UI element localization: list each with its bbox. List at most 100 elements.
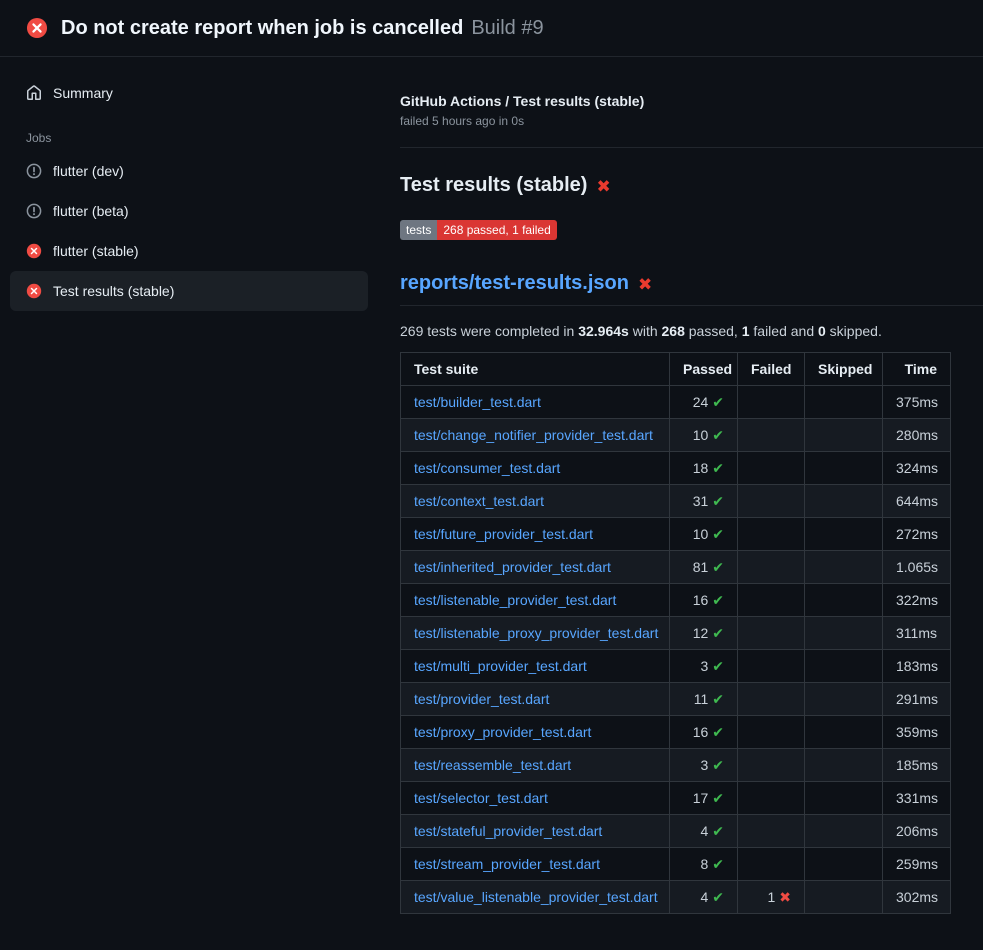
time-cell: 280ms — [883, 419, 951, 452]
summary-segment: failed and — [750, 323, 819, 339]
failed-cell — [738, 650, 805, 683]
count-value: 4 — [700, 823, 708, 839]
skipped-cell — [805, 749, 883, 782]
passed-cell: 16✔ — [670, 584, 738, 617]
failed-cell — [738, 485, 805, 518]
summary-segment: 1 — [742, 323, 750, 339]
test-suite-link[interactable]: test/builder_test.dart — [414, 394, 541, 410]
test-suite-row: test/stream_provider_test.dart8✔259ms — [401, 848, 951, 881]
check-icon: ✔ — [712, 823, 724, 839]
test-suite-link[interactable]: test/selector_test.dart — [414, 790, 548, 806]
test-results-table: Test suitePassedFailedSkippedTime test/b… — [400, 352, 951, 914]
time-cell: 291ms — [883, 683, 951, 716]
test-suite-row: test/proxy_provider_test.dart16✔359ms — [401, 716, 951, 749]
test-suite-link[interactable]: test/stateful_provider_test.dart — [414, 823, 602, 839]
failed-cell — [738, 386, 805, 419]
check-icon: ✔ — [712, 691, 724, 707]
test-suite-link[interactable]: test/value_listenable_provider_test.dart — [414, 889, 658, 905]
check-icon: ✔ — [712, 493, 724, 509]
page-title: Do not create report when job is cancell… — [61, 17, 463, 40]
column-header-skipped: Skipped — [805, 353, 883, 386]
skipped-cell — [805, 881, 883, 914]
header-titles: Do not create report when job is cancell… — [61, 17, 544, 40]
test-suite-link[interactable]: test/listenable_proxy_provider_test.dart — [414, 625, 658, 641]
job-label: Test results (stable) — [53, 283, 174, 299]
passed-cell: 31✔ — [670, 485, 738, 518]
skipped-cell — [805, 518, 883, 551]
main-content: GitHub Actions / Test results (stable) f… — [376, 57, 983, 950]
sidebar-item-summary[interactable]: Summary — [10, 75, 368, 111]
count-value: 8 — [700, 856, 708, 872]
time-cell: 324ms — [883, 452, 951, 485]
test-suite-row: test/builder_test.dart24✔375ms — [401, 386, 951, 419]
test-suite-link[interactable]: test/listenable_provider_test.dart — [414, 592, 616, 608]
test-suite-link[interactable]: test/consumer_test.dart — [414, 460, 560, 476]
skipped-cell — [805, 617, 883, 650]
test-suite-row: test/future_provider_test.dart10✔272ms — [401, 518, 951, 551]
check-icon: ✔ — [712, 526, 724, 542]
summary-line: 269 tests were completed in 32.964s with… — [400, 323, 983, 339]
skipped-cell — [805, 485, 883, 518]
failed-cell — [738, 518, 805, 551]
skipped-cell — [805, 452, 883, 485]
x-circle-icon — [26, 283, 42, 299]
count-value: 1 — [767, 889, 775, 905]
check-icon: ✔ — [712, 559, 724, 575]
tests-badge: tests 268 passed, 1 failed — [400, 220, 557, 240]
failed-cell — [738, 419, 805, 452]
column-header-test-suite: Test suite — [401, 353, 670, 386]
job-label: flutter (beta) — [53, 203, 128, 219]
skipped-cell — [805, 386, 883, 419]
test-suite-link[interactable]: test/reassemble_test.dart — [414, 757, 571, 773]
section-title: Test results (stable) — [400, 174, 587, 197]
check-icon: ✔ — [712, 724, 724, 740]
passed-cell: 10✔ — [670, 419, 738, 452]
test-suite-row: test/multi_provider_test.dart3✔183ms — [401, 650, 951, 683]
failed-cell — [738, 617, 805, 650]
test-suite-link[interactable]: test/multi_provider_test.dart — [414, 658, 587, 674]
time-cell: 302ms — [883, 881, 951, 914]
summary-segment: with — [629, 323, 662, 339]
test-suite-link[interactable]: test/inherited_provider_test.dart — [414, 559, 611, 575]
skipped-cell — [805, 782, 883, 815]
count-value: 18 — [693, 460, 709, 476]
test-suite-row: test/provider_test.dart11✔291ms — [401, 683, 951, 716]
count-value: 17 — [693, 790, 709, 806]
test-suite-row: test/listenable_proxy_provider_test.dart… — [401, 617, 951, 650]
x-mark-icon: ✖ — [638, 275, 652, 295]
status-line: failed 5 hours ago in 0s — [400, 114, 983, 128]
report-link[interactable]: reports/test-results.json — [400, 272, 629, 295]
test-suite-row: test/stateful_provider_test.dart4✔206ms — [401, 815, 951, 848]
sidebar-item-flutter-stable[interactable]: flutter (stable) — [10, 231, 368, 271]
check-icon: ✔ — [712, 394, 724, 410]
time-cell: 359ms — [883, 716, 951, 749]
job-label: flutter (stable) — [53, 243, 139, 259]
test-suite-link[interactable]: test/stream_provider_test.dart — [414, 856, 600, 872]
test-suite-link[interactable]: test/future_provider_test.dart — [414, 526, 593, 542]
count-value: 12 — [693, 625, 709, 641]
summary-segment: passed, — [685, 323, 742, 339]
failed-cell — [738, 683, 805, 716]
check-icon: ✔ — [712, 856, 724, 872]
check-icon: ✔ — [712, 625, 724, 641]
test-suite-link[interactable]: test/change_notifier_provider_test.dart — [414, 427, 653, 443]
job-label: flutter (dev) — [53, 163, 124, 179]
test-suite-link[interactable]: test/context_test.dart — [414, 493, 544, 509]
check-icon: ✔ — [712, 790, 724, 806]
skipped-cell — [805, 683, 883, 716]
sidebar-item-flutter-beta[interactable]: flutter (beta) — [10, 191, 368, 231]
skipped-cell — [805, 419, 883, 452]
table-body: test/builder_test.dart24✔375ms test/chang… — [401, 386, 951, 914]
section-heading: Test results (stable) ✖ — [400, 174, 983, 197]
sidebar-item-flutter-dev[interactable]: flutter (dev) — [10, 151, 368, 191]
test-suite-link[interactable]: test/proxy_provider_test.dart — [414, 724, 591, 740]
failed-cell — [738, 749, 805, 782]
sidebar-item-test-results-stable[interactable]: Test results (stable) — [10, 271, 368, 311]
failed-cell — [738, 815, 805, 848]
sidebar: Summary Jobs flutter (dev)flutter (beta)… — [0, 57, 376, 950]
test-suite-link[interactable]: test/provider_test.dart — [414, 691, 549, 707]
badge-value: 268 passed, 1 failed — [437, 220, 556, 240]
passed-cell: 10✔ — [670, 518, 738, 551]
time-cell: 644ms — [883, 485, 951, 518]
skipped-cell — [805, 584, 883, 617]
